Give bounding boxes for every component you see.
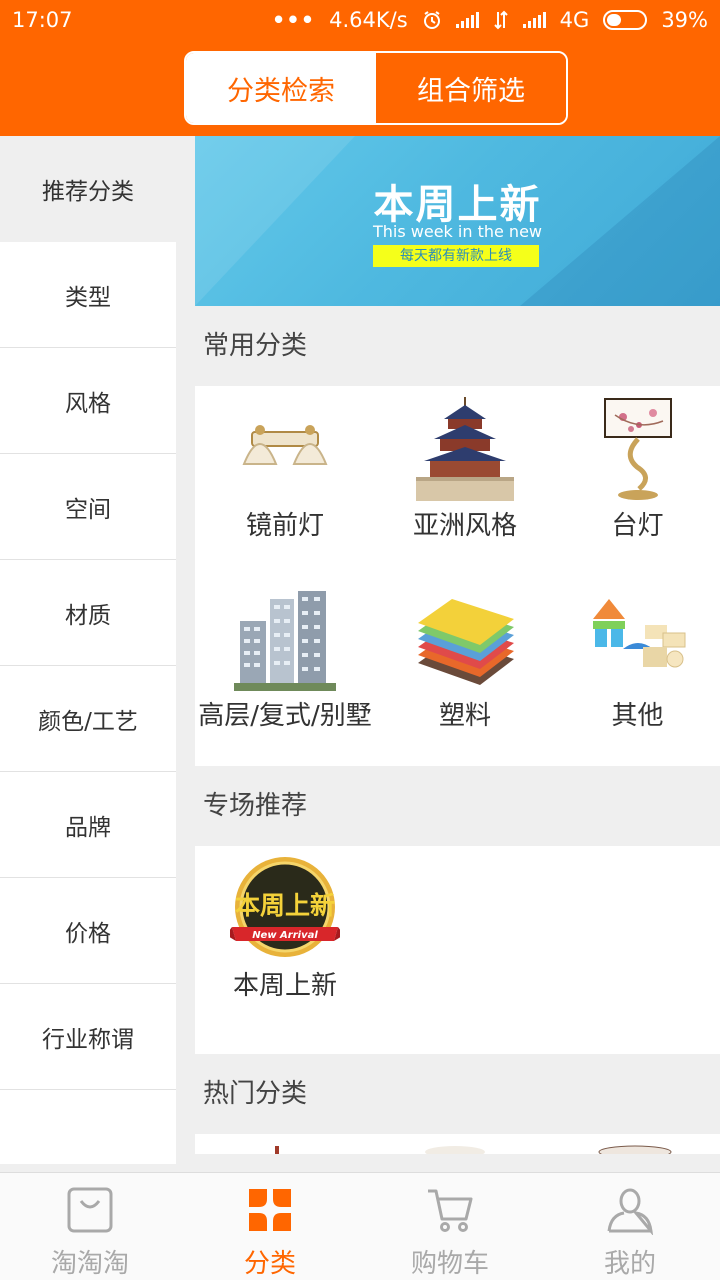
tab-combined-filter[interactable]: 组合筛选 [376, 53, 566, 123]
sidebar-item-space[interactable]: 空间 [0, 454, 176, 560]
building-blocks-icon [592, 599, 685, 668]
hot-category-peek [275, 1145, 672, 1154]
tab-category-search[interactable]: 分类检索 [186, 53, 376, 123]
network-speed: 4.64K/s [329, 8, 408, 32]
battery-percent: 39% [661, 8, 708, 32]
special-item-new-this-week[interactable]: 本周上新 New Arrival 本周上新 [195, 846, 375, 1036]
category-item-other[interactable]: 其他 [555, 576, 720, 766]
section-title-common: 常用分类 [195, 306, 720, 386]
nav-taotaotao[interactable]: 淘淘淘 [0, 1173, 180, 1280]
app-screen: 17:07 ••• 4.64K/s 4G 39% 分类检索 组合筛选 推荐分类 … [0, 0, 720, 1280]
nav-label: 购物车 [410, 1249, 489, 1279]
signal-icon [455, 12, 479, 28]
category-label: 亚洲风格 [412, 511, 517, 541]
battery-icon [603, 10, 648, 30]
status-bar: 17:07 ••• 4.64K/s 4G 39% [0, 0, 720, 42]
shopping-cart-icon [428, 1189, 473, 1232]
nav-me[interactable]: 我的 [540, 1173, 720, 1280]
sidebar-item-color-craft[interactable]: 颜色/工艺 [0, 666, 176, 772]
nav-cart[interactable]: 购物车 [360, 1173, 540, 1280]
sidebar-item-type[interactable]: 类型 [0, 242, 176, 348]
bottom-navigation: 淘淘淘 分类 购物车 我的 [0, 1172, 720, 1280]
special-recommend-panel: 本周上新 New Arrival 本周上新 [195, 846, 720, 1054]
section-title-hot: 热门分类 [195, 1054, 720, 1134]
plastic-boards-icon [418, 599, 514, 685]
sidebar-item-industry-title[interactable]: 行业称谓 [0, 984, 176, 1090]
badge-text: 本周上新 [235, 891, 335, 920]
new-this-week-banner[interactable]: 本周上新 This week in the new 每天都有新款上线 [195, 136, 720, 306]
mirror-lamp-icon [242, 425, 328, 465]
banner-tag: 每天都有新款上线 [373, 245, 539, 267]
sidebar-item-style[interactable]: 风格 [0, 348, 176, 454]
sidebar-item-material[interactable]: 材质 [0, 560, 176, 666]
common-category-panel: 镜前灯 亚洲风格 台灯 高层/复式/别墅 塑料 其他 [195, 386, 720, 766]
category-item-high-rise[interactable]: 高层/复式/别墅 [195, 576, 375, 766]
category-label: 高层/复式/别墅 [198, 701, 372, 731]
nav-label: 淘淘淘 [50, 1249, 129, 1279]
status-time: 17:07 [12, 8, 73, 32]
common-category-grid: 镜前灯 亚洲风格 台灯 高层/复式/别墅 塑料 其他 [195, 386, 720, 766]
table-lamp-icon [603, 398, 672, 500]
hot-category-panel [195, 1134, 720, 1154]
search-mode-toggle: 分类检索 组合筛选 [184, 51, 568, 125]
nav-label: 分类 [243, 1249, 296, 1279]
new-arrival-badge-icon: 本周上新 New Arrival [230, 857, 340, 957]
sidebar-item-price[interactable]: 价格 [0, 878, 176, 984]
network-type: 4G [559, 8, 590, 32]
category-item-plastic[interactable]: 塑料 [375, 576, 555, 766]
category-label: 镜前灯 [245, 511, 324, 541]
category-sidebar: 推荐分类 类型 风格 空间 材质 颜色/工艺 品牌 价格 行业称谓 [0, 136, 176, 1164]
category-item-table-lamp[interactable]: 台灯 [555, 386, 720, 576]
section-title-special: 专场推荐 [195, 766, 720, 846]
banner-subtitle: This week in the new [373, 222, 542, 241]
shopping-bag-icon [67, 1187, 113, 1233]
category-label: 台灯 [611, 511, 664, 541]
nav-category[interactable]: 分类 [180, 1173, 360, 1280]
temple-of-heaven-icon [416, 397, 514, 501]
category-label: 其他 [611, 701, 664, 731]
badge-ribbon-text: New Arrival [252, 930, 318, 941]
sidebar-item-brand[interactable]: 品牌 [0, 772, 176, 878]
category-grid-icon [249, 1189, 291, 1231]
category-content: 本周上新 This week in the new 每天都有新款上线 常用分类 [195, 136, 720, 1164]
top-header: 17:07 ••• 4.64K/s 4G 39% 分类检索 组合筛选 [0, 0, 720, 136]
nav-label: 我的 [603, 1249, 656, 1279]
status-right: ••• 4.64K/s 4G 39% [272, 8, 708, 32]
high-rise-building-icon [234, 591, 336, 691]
sidebar-item-recommended[interactable]: 推荐分类 [0, 136, 176, 242]
category-item-asian-style[interactable]: 亚洲风格 [375, 386, 555, 576]
category-item-mirror-lamp[interactable]: 镜前灯 [195, 386, 375, 576]
alarm-icon [423, 11, 440, 29]
user-profile-icon [607, 1188, 654, 1235]
special-label: 本周上新 [232, 971, 337, 1001]
data-transfer-icon [493, 10, 508, 30]
category-label: 塑料 [438, 701, 491, 731]
special-recommend-grid: 本周上新 New Arrival 本周上新 [195, 846, 720, 1036]
status-dots: ••• [271, 8, 316, 32]
signal-2-icon [522, 12, 546, 28]
